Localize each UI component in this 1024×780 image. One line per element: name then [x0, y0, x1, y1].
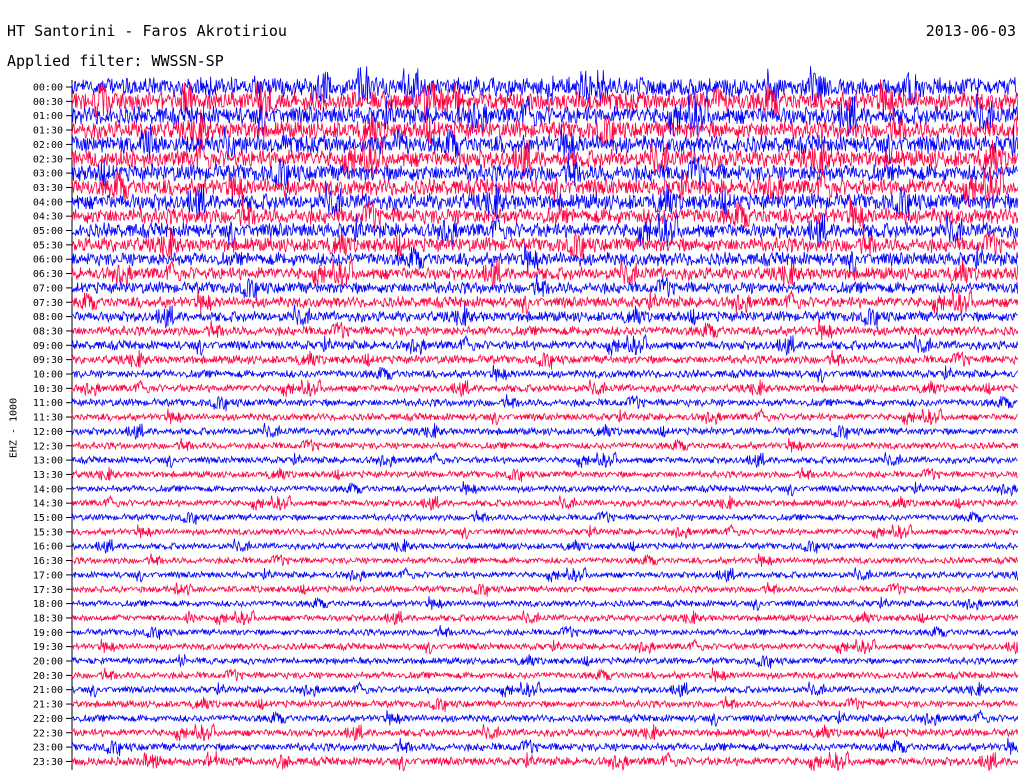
seismic-trace — [71, 596, 1019, 612]
seismic-trace — [71, 451, 1018, 469]
time-tick-label: 00:00 — [33, 83, 63, 94]
time-tick-label: 01:30 — [33, 126, 63, 137]
seismic-trace — [71, 722, 1019, 742]
time-tick-label: 11:00 — [33, 398, 63, 409]
seismic-trace — [71, 274, 1019, 302]
seismic-trace — [71, 737, 1019, 757]
time-tick-label: 21:00 — [33, 685, 63, 696]
time-tick-label: 17:30 — [33, 585, 63, 596]
time-tick-label: 16:30 — [33, 556, 63, 567]
time-tick-label: 10:00 — [33, 370, 63, 381]
time-tick-label: 05:30 — [33, 240, 63, 251]
seismic-trace — [71, 319, 1019, 341]
time-tick-label: 19:30 — [33, 642, 63, 653]
time-tick-label: 05:00 — [33, 226, 63, 237]
seismic-trace — [71, 581, 1019, 597]
seismic-trace — [71, 437, 1019, 453]
time-tick-label: 03:00 — [33, 169, 63, 180]
time-tick-label: 06:30 — [33, 269, 63, 280]
seismic-trace — [71, 696, 1019, 713]
time-tick-label: 23:30 — [33, 757, 63, 768]
seismic-trace — [71, 349, 1019, 370]
seismic-trace — [71, 750, 1019, 772]
seismic-trace — [71, 423, 1019, 440]
time-tick-label: 04:00 — [33, 197, 63, 208]
seismic-trace — [71, 654, 1018, 669]
seismic-trace — [71, 624, 1019, 640]
seismic-trace — [71, 510, 1019, 525]
time-tick-label: 20:00 — [33, 657, 63, 668]
seismic-trace — [71, 364, 1019, 384]
time-tick-label: 14:30 — [33, 499, 63, 510]
time-tick-label: 13:00 — [33, 456, 63, 467]
helicorder-plot: 00:00 00:30 01:00 01:30 02:00 02:30 03:00 03:30… — [33, 66, 1019, 772]
seismic-trace — [71, 709, 1019, 728]
time-tick-label: 02:00 — [33, 140, 63, 151]
time-tick-label: 20:30 — [33, 671, 63, 682]
time-tick-label: 18:00 — [33, 599, 63, 610]
time-tick-label: 22:30 — [33, 728, 63, 739]
time-tick-label: 11:30 — [33, 413, 63, 424]
time-tick-label: 15:00 — [33, 513, 63, 524]
time-tick-label: 18:30 — [33, 613, 63, 624]
time-tick-label: 09:30 — [33, 355, 63, 366]
time-tick-label: 08:00 — [33, 312, 63, 323]
time-tick-label: 16:00 — [33, 542, 63, 553]
time-tick-label: 15:30 — [33, 527, 63, 538]
seismic-trace — [71, 304, 1018, 329]
seismic-trace — [71, 466, 1018, 483]
seismic-trace — [71, 538, 1019, 554]
time-tick-label: 07:00 — [33, 283, 63, 294]
time-tick-label: 14:00 — [33, 484, 63, 495]
seismic-trace — [71, 289, 1019, 316]
time-tick-label: 19:00 — [33, 628, 63, 639]
time-tick-label: 21:30 — [33, 700, 63, 711]
time-tick-label: 02:30 — [33, 154, 63, 165]
time-tick-label: 04:30 — [33, 212, 63, 223]
time-tick-label: 09:00 — [33, 341, 63, 352]
time-tick-label: 10:30 — [33, 384, 63, 395]
time-tick-label: 22:00 — [33, 714, 63, 725]
seismic-trace — [71, 609, 1019, 626]
time-tick-label: 12:30 — [33, 441, 63, 452]
seismic-trace — [71, 378, 1019, 398]
seismic-trace — [71, 494, 1018, 511]
seismic-trace — [71, 481, 1019, 497]
seismic-trace — [71, 566, 1019, 583]
seismic-trace — [71, 680, 1019, 698]
seismic-trace — [71, 638, 1019, 655]
tick-label-group: 00:00 00:30 01:00 01:30 02:00 02:30 03:00 03:30… — [33, 83, 72, 768]
seismic-trace — [71, 523, 1019, 540]
trace-group — [71, 66, 1019, 772]
time-tick-label: 12:00 — [33, 427, 63, 438]
time-tick-label: 06:00 — [33, 255, 63, 266]
time-tick-label: 23:00 — [33, 743, 63, 754]
time-tick-label: 17:00 — [33, 570, 63, 581]
seismic-trace — [71, 407, 1019, 426]
time-tick-label: 03:30 — [33, 183, 63, 194]
seismic-trace — [71, 553, 1019, 567]
seismic-trace — [71, 394, 1018, 412]
time-tick-label: 08:30 — [33, 326, 63, 337]
time-tick-label: 13:30 — [33, 470, 63, 481]
time-tick-label: 00:30 — [33, 97, 63, 108]
time-tick-label: 01:00 — [33, 111, 63, 122]
seismic-trace — [71, 667, 1019, 683]
time-tick-label: 07:30 — [33, 298, 63, 309]
seismic-trace — [71, 333, 1019, 357]
